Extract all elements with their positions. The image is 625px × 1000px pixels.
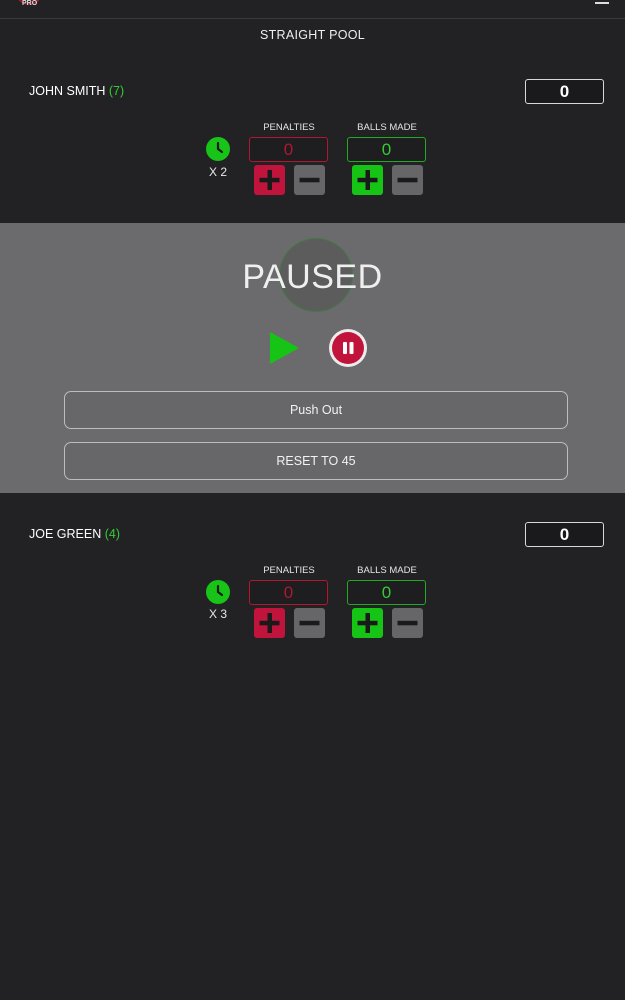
player-two-score: 0 <box>525 522 604 547</box>
clock-icon[interactable] <box>206 137 230 161</box>
paused-status: PAUSED <box>242 258 383 296</box>
player-one-penalties-label: PENALTIES <box>263 122 315 133</box>
minus-icon <box>299 177 320 183</box>
pause-icon[interactable] <box>329 329 367 367</box>
player-two-balls-label: BALLS MADE <box>357 565 417 576</box>
plus-icon <box>259 170 280 190</box>
player-two-balls-minus-button[interactable] <box>392 608 423 638</box>
player-two-penalty-minus-button[interactable] <box>294 608 325 638</box>
player-one-penalties-value: 0 <box>249 137 328 162</box>
pause-panel: PAUSED Push Out RESET TO 45 <box>0 223 625 493</box>
minus-icon <box>299 620 320 626</box>
player-one-name: JOHN SMITH <box>29 84 106 98</box>
player-two-name: JOE GREEN <box>29 527 102 541</box>
player-one-extension-count: X 2 <box>208 165 227 179</box>
player-one-score: 0 <box>525 79 604 104</box>
player-two-extension-count: X 3 <box>208 607 227 621</box>
player-two-penalty-plus-button[interactable] <box>254 608 285 638</box>
plus-icon <box>357 170 378 190</box>
player-one-rack-count: (7) <box>108 84 125 98</box>
player-one-balls-plus-button[interactable] <box>352 165 383 195</box>
player-two-rack-count: (4) <box>104 527 121 541</box>
game-title: STRAIGHT POOL <box>259 28 366 42</box>
player-two-penalties-value: 0 <box>249 580 328 605</box>
top-bar: PRO <box>0 0 625 19</box>
logo-text: PRO <box>22 0 38 7</box>
hamburger-menu-icon[interactable] <box>595 2 609 4</box>
player-two-penalties-label: PENALTIES <box>263 565 315 576</box>
play-icon[interactable] <box>268 331 300 365</box>
player-two-name-row: JOE GREEN (4) <box>29 527 120 541</box>
player-one-penalty-minus-button[interactable] <box>294 165 325 195</box>
push-out-button[interactable]: Push Out <box>64 391 568 429</box>
reset-button[interactable]: RESET TO 45 <box>64 442 568 480</box>
player-one-penalty-plus-button[interactable] <box>254 165 285 195</box>
player-one-balls-minus-button[interactable] <box>392 165 423 195</box>
plus-icon <box>259 613 280 633</box>
minus-icon <box>397 177 418 183</box>
player-one-balls-label: BALLS MADE <box>357 122 417 133</box>
player-one-balls-value: 0 <box>347 137 426 162</box>
player-two-balls-value: 0 <box>347 580 426 605</box>
player-two-balls-plus-button[interactable] <box>352 608 383 638</box>
pause-icon-inner <box>332 332 364 364</box>
minus-icon <box>397 620 418 626</box>
plus-icon <box>357 613 378 633</box>
clock-icon[interactable] <box>206 580 230 604</box>
player-one-name-row: JOHN SMITH (7) <box>29 84 124 98</box>
